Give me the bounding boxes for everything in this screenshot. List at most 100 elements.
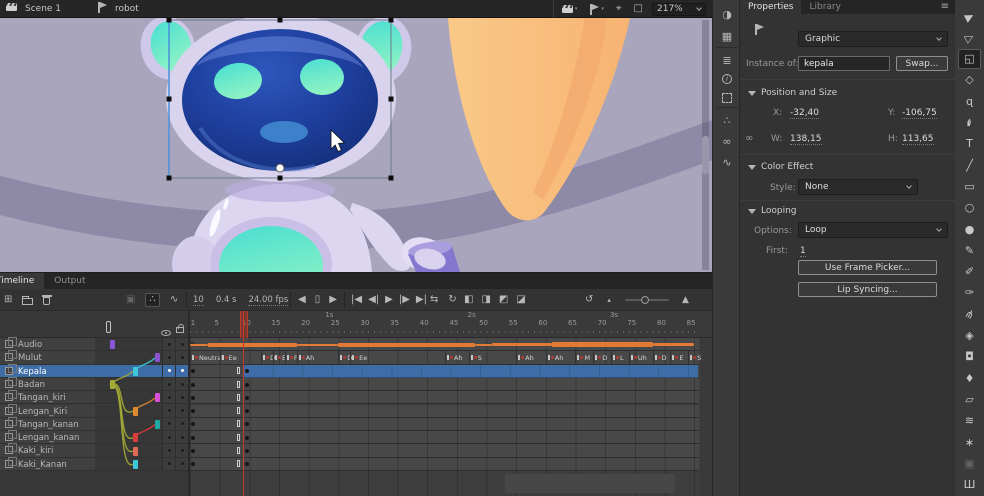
selected-frame-span[interactable] <box>243 365 698 378</box>
line-tool[interactable]: ╱ <box>958 155 981 175</box>
robot-head[interactable] <box>166 18 396 182</box>
phoneme-segment[interactable]: S <box>469 351 482 364</box>
section-position-and-size[interactable]: Position and Size <box>748 88 837 98</box>
section-color-effect[interactable]: Color Effect <box>748 162 813 172</box>
layer-lock-cell[interactable] <box>175 405 188 417</box>
clip-scene-menu-icon[interactable]: ▾ <box>562 5 578 13</box>
frame-row-mulut[interactable]: NeutralEeDEFAhDEeAhSAhAhMDLUhDES <box>188 351 712 364</box>
ink-bottle-tool[interactable]: ◘ <box>958 347 981 367</box>
hand-tool[interactable]: Ш <box>958 475 981 495</box>
center-frame-icon[interactable]: ⌖ <box>616 4 622 14</box>
lock-dot[interactable] <box>181 449 184 452</box>
camera-tool[interactable]: ▣ <box>958 453 981 473</box>
stage-vertical-scrollbar[interactable] <box>702 20 709 270</box>
h-value[interactable]: 113,65 <box>902 134 934 145</box>
parent-swatch[interactable] <box>133 460 138 469</box>
phoneme-segment[interactable]: Uh <box>629 351 647 364</box>
symbol-behavior-dropdown[interactable]: Graphic <box>798 31 948 47</box>
w-value[interactable]: 138,15 <box>790 134 822 145</box>
layer-row-audio[interactable]: Audio <box>0 338 188 351</box>
phoneme-segment[interactable]: Ee <box>350 351 367 364</box>
layer-lock-cell[interactable] <box>175 351 188 363</box>
y-value[interactable]: -106,75 <box>902 108 937 119</box>
subselection-tool[interactable]: ▷ <box>958 27 981 47</box>
lock-dot[interactable] <box>181 396 184 399</box>
phoneme-segment[interactable]: F <box>285 351 298 364</box>
phoneme-segment[interactable]: Ah <box>445 351 463 364</box>
transform-panel-icon[interactable] <box>713 88 741 108</box>
paint-bucket-tool[interactable]: ◈ <box>958 326 981 346</box>
layer-visibility-cell[interactable] <box>162 444 175 456</box>
breadcrumb-symbol[interactable]: robot <box>115 4 139 14</box>
lock-dot[interactable] <box>181 383 184 386</box>
layer-visibility-cell[interactable] <box>162 365 175 377</box>
phoneme-segment[interactable]: Ah <box>546 351 564 364</box>
stage-canvas[interactable] <box>0 18 712 272</box>
color-style-dropdown[interactable]: None <box>798 179 918 195</box>
frame-row-lengan_kanan[interactable] <box>188 431 712 444</box>
visibility-dot[interactable] <box>168 462 171 465</box>
layer-lock-cell[interactable] <box>175 431 188 443</box>
link-width-height-icon[interactable]: ∞ <box>745 133 753 144</box>
color-panel-icon[interactable]: ◑ <box>713 4 741 24</box>
layer-lock-cell[interactable] <box>175 365 188 377</box>
layer-lock-cell[interactable] <box>175 444 188 456</box>
visibility-dot[interactable] <box>168 409 171 412</box>
lasso-tool[interactable]: ɋ <box>958 91 981 111</box>
lock-dot[interactable] <box>181 409 184 412</box>
layer-visibility-cell[interactable] <box>162 458 175 470</box>
layer-frames-divider[interactable] <box>188 311 190 496</box>
visibility-dot[interactable] <box>168 449 171 452</box>
pen-tool[interactable]: ✒ <box>958 113 981 133</box>
pencil-tool[interactable]: ✎ <box>958 240 981 260</box>
loop-options-dropdown[interactable]: Loop <box>798 222 948 238</box>
parent-swatch[interactable] <box>155 420 160 429</box>
phoneme-segment[interactable]: D <box>653 351 667 364</box>
classic-brush-tool[interactable]: ✐ <box>958 262 981 282</box>
parent-swatch[interactable] <box>133 367 138 376</box>
lip-syncing-button[interactable]: Lip Syncing... <box>798 282 937 297</box>
phoneme-segment[interactable]: Ee <box>220 351 237 364</box>
parent-swatch[interactable] <box>133 433 138 442</box>
x-value[interactable]: -32,40 <box>790 108 819 119</box>
breadcrumb-scene[interactable]: Scene 1 <box>25 4 61 14</box>
frames-area[interactable]: NeutralEeDEFAhDEeAhSAhAhMDLUhDES <box>188 273 712 496</box>
layer-visibility-cell[interactable] <box>162 378 175 390</box>
layer-row-kepala[interactable]: Kepala <box>0 365 188 378</box>
edit-symbols-menu-icon[interactable]: ▾ <box>589 4 604 15</box>
clip-content-icon[interactable]: □ <box>634 4 643 14</box>
layer-visibility-cell[interactable] <box>162 351 175 363</box>
lock-dot[interactable] <box>181 422 184 425</box>
transformation-point[interactable] <box>276 164 284 172</box>
layer-visibility-cell[interactable] <box>162 391 175 403</box>
primitive-oval-tool[interactable]: ● <box>958 219 981 239</box>
lock-dot[interactable] <box>181 462 184 465</box>
frame-row-badan[interactable] <box>188 378 712 391</box>
layer-row-lengan_kiri[interactable]: Lengan_Kiri <box>0 405 188 418</box>
phoneme-segment[interactable]: S <box>688 351 701 364</box>
rectangle-tool[interactable]: ▭ <box>958 176 981 196</box>
visibility-dot[interactable] <box>168 396 171 399</box>
parent-swatch[interactable] <box>110 380 115 389</box>
frame-row-kepala[interactable] <box>188 365 712 378</box>
text-tool[interactable]: T <box>958 134 981 154</box>
selection-tool[interactable]: ▶ <box>958 6 981 26</box>
frame-row-lengan_kiri[interactable] <box>188 405 712 418</box>
layer-lock-cell[interactable] <box>175 458 188 470</box>
layer-row-kaki_kiri[interactable]: Kaki_kiri <box>0 444 188 457</box>
eraser-tool[interactable]: ▱ <box>958 389 981 409</box>
align-panel-icon[interactable]: ≣ <box>713 50 741 70</box>
phoneme-segment[interactable]: L <box>611 351 624 364</box>
first-frame-value[interactable]: 1 <box>800 246 806 257</box>
zoom-level-dropdown[interactable]: 217% <box>652 3 706 16</box>
layer-visibility-cell[interactable] <box>162 418 175 430</box>
phoneme-segment[interactable]: Neutral <box>190 351 223 364</box>
gradient-transform-tool[interactable]: ◇ <box>958 70 981 90</box>
panel-menu-icon[interactable]: ≡ <box>941 1 949 12</box>
eyedropper-tool[interactable]: ♦ <box>958 368 981 388</box>
free-transform-tool[interactable]: ◱ <box>958 49 981 69</box>
motion-editor-panel-icon[interactable]: ∿ <box>713 152 741 172</box>
info-panel-icon[interactable]: i <box>713 69 741 89</box>
oval-tool[interactable]: ○ <box>958 198 981 218</box>
phoneme-segment[interactable]: E <box>670 351 683 364</box>
